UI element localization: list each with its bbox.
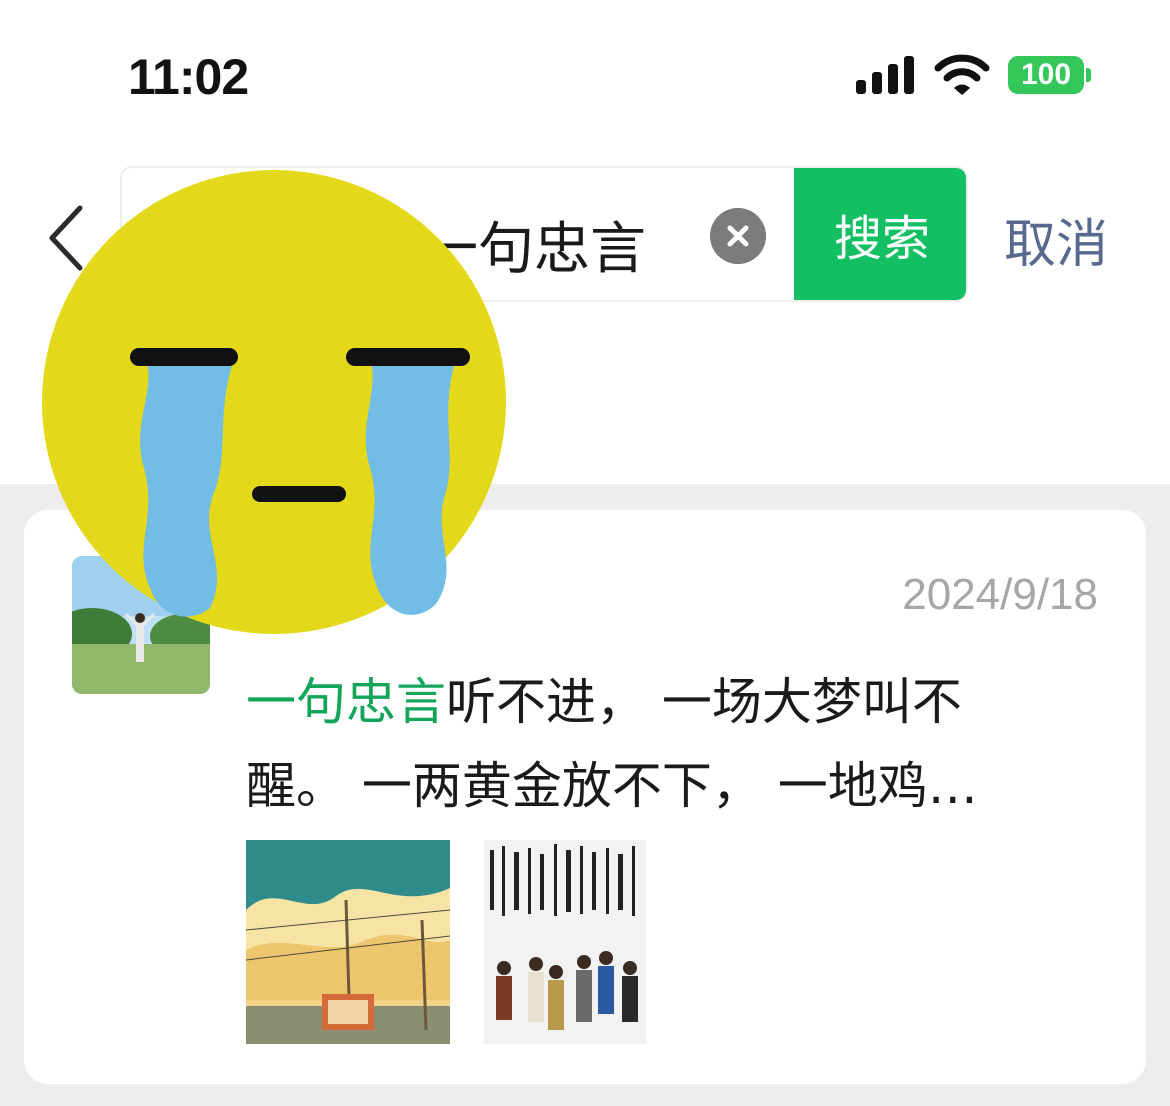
result-image-2[interactable] [484, 840, 646, 1044]
snippet-highlight: 一句忠言 [246, 673, 446, 731]
wifi-icon [934, 54, 990, 95]
snippet-line-1: 一句忠言听不进， 一场大梦叫不 [246, 660, 1066, 744]
cellular-signal-icon [856, 56, 916, 94]
result-snippet: 一句忠言听不进， 一场大梦叫不 醒。 一两黄金放不下， 一地鸡… [246, 660, 1066, 828]
snippet-line-1-text: 听不进， 一场大梦叫不 [446, 673, 962, 731]
battery-cap [1086, 68, 1091, 82]
crying-face-sticker [42, 170, 506, 634]
search-button[interactable]: 搜索 [794, 168, 966, 300]
search-results-screen: 11:02 100 一句忠言 搜索 取消 2024/9/18 一句忠言听不进， … [0, 0, 1170, 1106]
snippet-line-2: 醒。 一两黄金放不下， 一地鸡… [246, 757, 978, 815]
result-image-1[interactable] [246, 840, 450, 1044]
cancel-button[interactable]: 取消 [1004, 202, 1108, 277]
status-time: 11:02 [128, 49, 249, 105]
result-date: 2024/9/18 [902, 570, 1098, 619]
clear-x-icon[interactable] [710, 208, 766, 264]
battery-indicator: 100 [1008, 56, 1084, 94]
status-bar: 11:02 100 [0, 0, 1170, 140]
